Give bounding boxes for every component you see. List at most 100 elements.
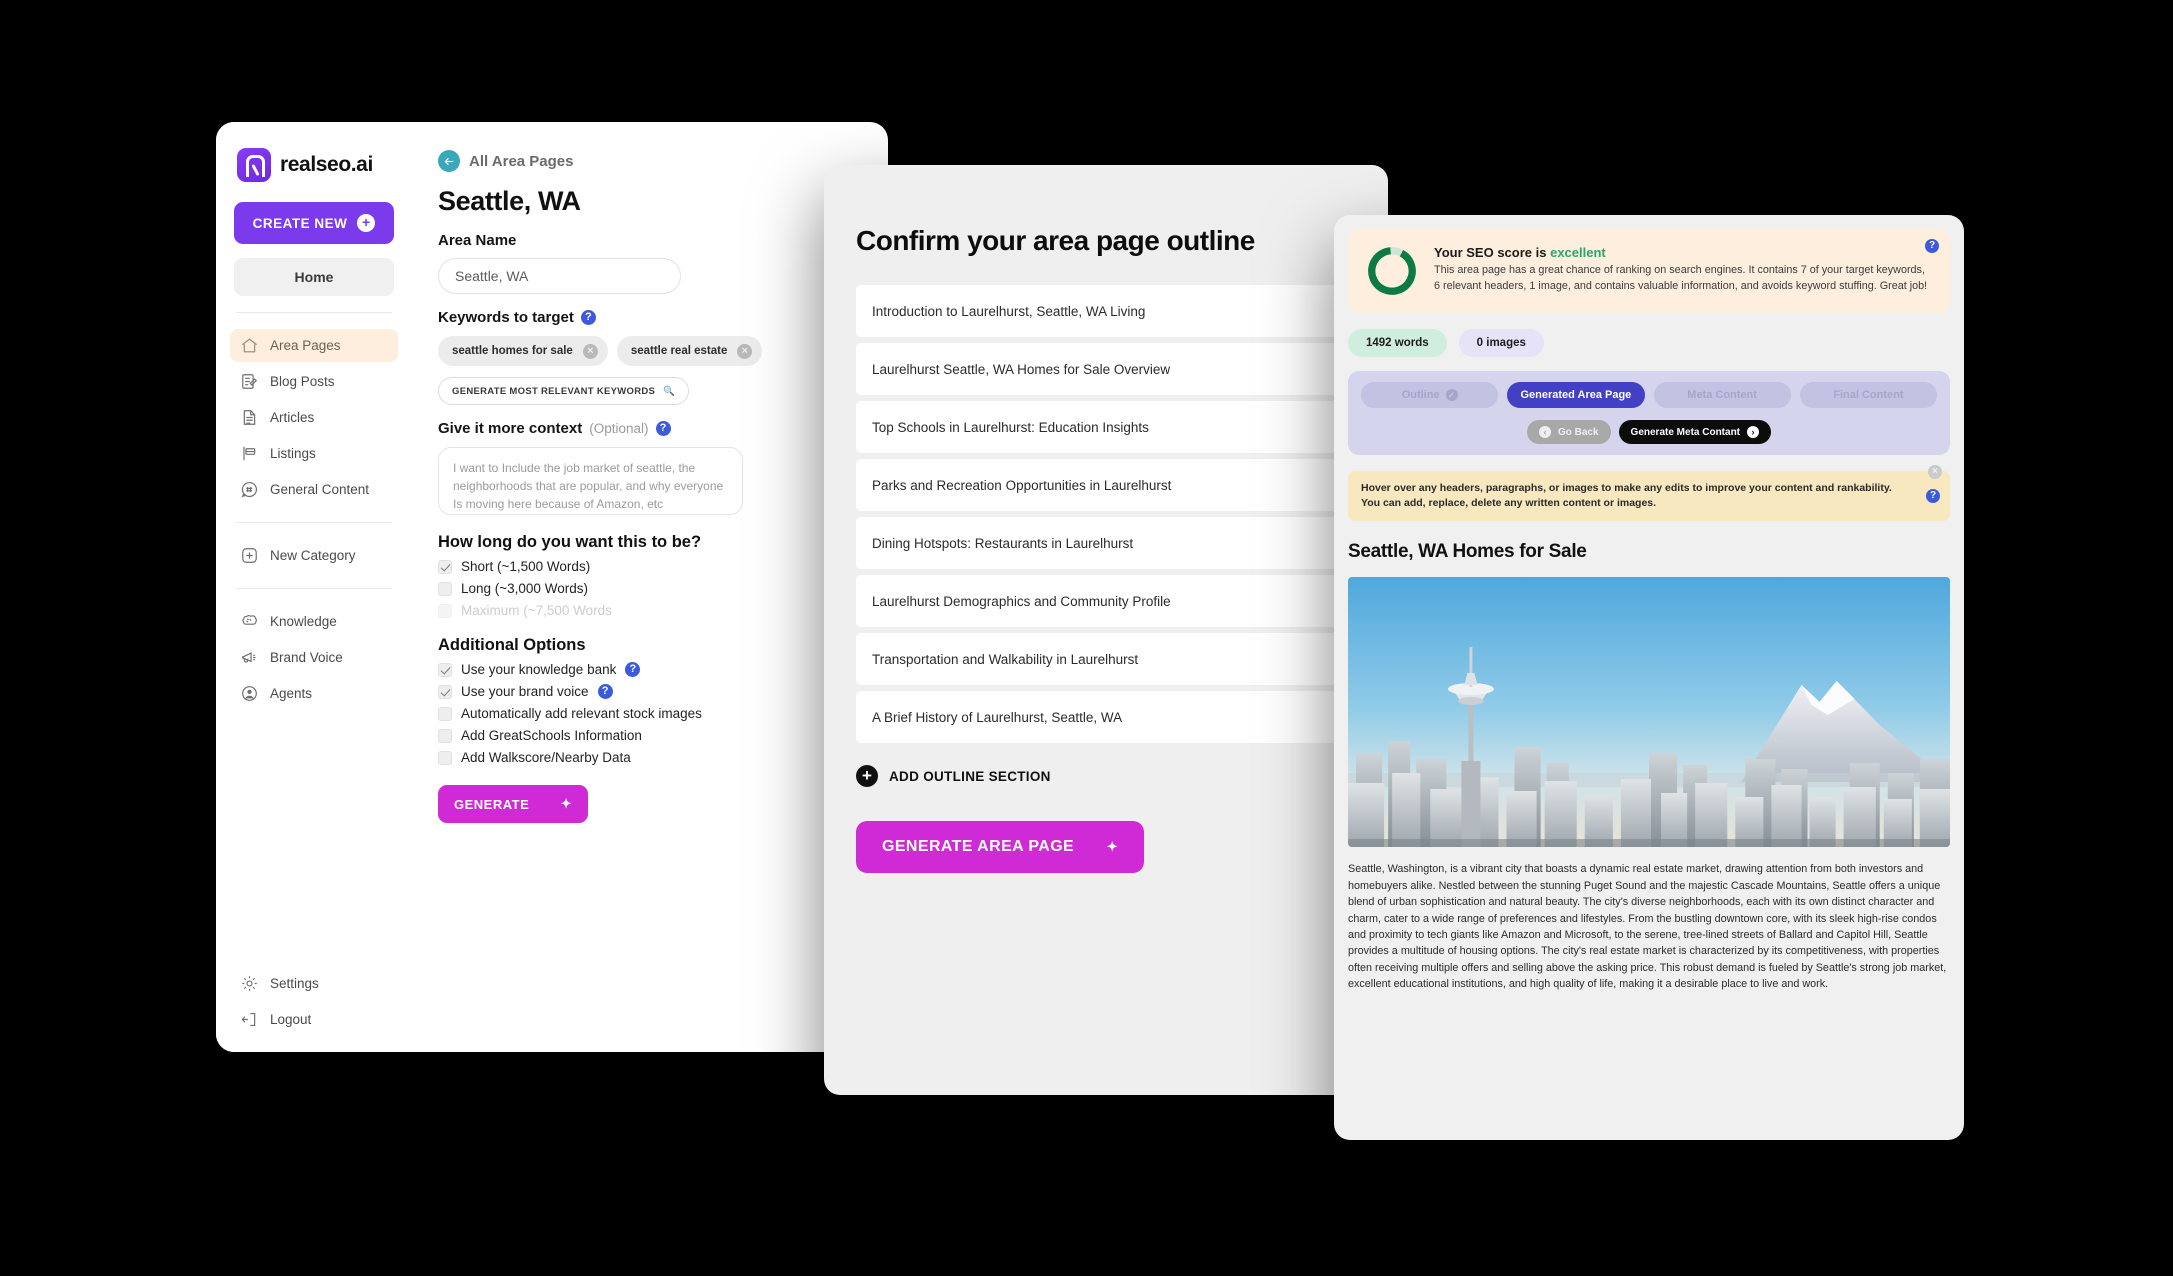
- sparkle-icon: ✦: [560, 796, 572, 811]
- sign-post-icon: [240, 444, 259, 463]
- close-icon[interactable]: ×: [582, 343, 598, 359]
- close-icon[interactable]: ×: [737, 343, 753, 359]
- plus-icon: +: [357, 214, 376, 232]
- keyword-chip-label: seattle real estate: [630, 345, 728, 357]
- seo-score-text: Your SEO score is excellent This area pa…: [1434, 245, 1932, 294]
- option-label: Use your brand voice: [461, 684, 589, 699]
- generate-button[interactable]: GENERATE ✦: [438, 785, 588, 823]
- sidebar-item-brand-voice[interactable]: Brand Voice: [230, 641, 398, 674]
- sidebar-item-listings[interactable]: Listings: [230, 437, 398, 470]
- outline-item[interactable]: Dining Hotspots: Restaurants in Laurelhu…: [856, 517, 1356, 569]
- keyword-chip[interactable]: seattle real estate ×: [616, 336, 763, 366]
- house-icon: [240, 336, 259, 355]
- outline-item[interactable]: Top Schools in Laurelhurst: Education In…: [856, 401, 1356, 453]
- seo-score-ring-icon: [1366, 245, 1418, 297]
- outline-item[interactable]: Laurelhurst Demographics and Community P…: [856, 575, 1356, 627]
- sidebar-secondary-nav: Knowledge Brand Voice Agents: [230, 605, 398, 710]
- editing-hint-banner: × Hover over any headers, paragraphs, or…: [1348, 465, 1950, 522]
- sidebar-item-blog-posts[interactable]: Blog Posts: [230, 365, 398, 398]
- go-back-button[interactable]: ‹ Go Back: [1526, 420, 1611, 444]
- sidebar-item-knowledge[interactable]: Knowledge: [230, 605, 398, 638]
- help-icon[interactable]: ?: [655, 421, 671, 436]
- checkbox-icon[interactable]: [438, 706, 452, 721]
- help-icon[interactable]: ?: [597, 684, 613, 699]
- help-icon[interactable]: ?: [580, 310, 596, 325]
- step-generated-area-page[interactable]: Generated Area Page: [1507, 382, 1645, 408]
- keywords-label: Keywords to target ?: [438, 309, 862, 326]
- arrow-left-icon: ‹: [1538, 426, 1551, 438]
- stats-pill-row: 1492 words 0 images: [1348, 329, 1950, 357]
- close-icon[interactable]: ×: [1928, 465, 1942, 479]
- checkbox-icon[interactable]: [438, 684, 452, 699]
- step-nav-buttons: ‹ Go Back Generate Meta Contant ›: [1361, 420, 1937, 444]
- page-title: Seattle, WA: [438, 186, 581, 216]
- help-icon[interactable]: ?: [1925, 239, 1939, 253]
- sidebar-item-label: New Category: [270, 548, 356, 563]
- sidebar-item-home[interactable]: Home: [234, 258, 394, 296]
- sidebar-item-new-category[interactable]: New Category: [230, 539, 398, 572]
- context-optional-tag: (Optional): [589, 421, 649, 436]
- sidebar-item-label: Home: [294, 269, 334, 285]
- gear-icon: [240, 974, 259, 993]
- note-pencil-icon: [240, 372, 259, 391]
- sidebar-item-area-pages[interactable]: Area Pages: [230, 329, 398, 362]
- brain-icon: [240, 612, 259, 631]
- length-option-long[interactable]: Long (~3,000 Words): [438, 581, 862, 596]
- checkbox-icon[interactable]: [438, 750, 452, 765]
- step-meta-content[interactable]: Meta Content: [1653, 382, 1791, 408]
- keyword-chip[interactable]: seattle homes for sale ×: [438, 336, 608, 366]
- generate-area-page-button[interactable]: GENERATE AREA PAGE ✦: [856, 821, 1144, 873]
- option-greatschools[interactable]: Add GreatSchools Information: [438, 728, 862, 743]
- outline-item[interactable]: Laurelhurst Seattle, WA Homes for Sale O…: [856, 343, 1356, 395]
- add-outline-section-button[interactable]: + ADD OUTLINE SECTION: [856, 765, 1356, 787]
- back-link-label: All Area Pages: [469, 152, 574, 170]
- context-textarea[interactable]: I want to Include the job market of seat…: [438, 447, 743, 515]
- generate-keywords-button[interactable]: GENERATE MOST RELEVANT KEYWORDS 🔍: [438, 377, 690, 405]
- outline-item[interactable]: Introduction to Laurelhurst, Seattle, WA…: [856, 285, 1356, 337]
- sidebar-divider-2: [236, 522, 392, 523]
- step-final-content[interactable]: Final Content: [1799, 382, 1937, 408]
- length-option-short[interactable]: Short (~1,500 Words): [438, 559, 862, 574]
- checkbox-icon[interactable]: [438, 728, 452, 743]
- go-back-label: Go Back: [1557, 426, 1599, 438]
- article-hero-image[interactable]: [1348, 577, 1950, 848]
- option-use-brand-voice[interactable]: Use your brand voice ?: [438, 684, 862, 699]
- area-name-input[interactable]: [438, 258, 681, 294]
- outline-item[interactable]: A Brief History of Laurelhurst, Seattle,…: [856, 691, 1356, 743]
- option-auto-stock-images[interactable]: Automatically add relevant stock images: [438, 706, 862, 721]
- document-icon: [240, 408, 259, 427]
- outline-item[interactable]: Parks and Recreation Opportunities in La…: [856, 459, 1356, 511]
- sidebar-item-label: Knowledge: [270, 614, 337, 629]
- option-walkscore[interactable]: Add Walkscore/Nearby Data: [438, 750, 862, 765]
- back-to-all-area-pages[interactable]: All Area Pages: [438, 150, 862, 172]
- sidebar-item-general-content[interactable]: General Content: [230, 473, 398, 506]
- step-outline[interactable]: Outline ✓: [1361, 382, 1499, 408]
- sidebar-item-articles[interactable]: Articles: [230, 401, 398, 434]
- outline-item[interactable]: Transportation and Walkability in Laurel…: [856, 633, 1356, 685]
- create-new-button[interactable]: CREATE NEW +: [234, 202, 394, 244]
- option-label: Automatically add relevant stock images: [461, 706, 702, 721]
- option-label: Use your knowledge bank: [461, 662, 617, 677]
- arrow-left-icon: [438, 150, 460, 172]
- help-icon[interactable]: ?: [625, 662, 641, 677]
- seo-score-value: excellent: [1550, 245, 1606, 260]
- generate-meta-content-button[interactable]: Generate Meta Contant ›: [1618, 420, 1772, 444]
- sidebar-item-agents[interactable]: Agents: [230, 677, 398, 710]
- length-option-label: Maximum (~7,500 Words: [461, 603, 612, 618]
- sidebar-item-logout[interactable]: Logout: [230, 1003, 398, 1036]
- additional-option-list: Use your knowledge bank ? Use your brand…: [438, 662, 862, 765]
- sidebar-item-label: Agents: [270, 686, 313, 701]
- step-label: Outline: [1401, 389, 1440, 401]
- sidebar-item-label: Logout: [270, 1012, 312, 1027]
- sidebar-item-label: Settings: [270, 976, 319, 991]
- app-window: realseo.ai CREATE NEW + Home Area Pages: [216, 122, 888, 1052]
- option-use-knowledge-bank[interactable]: Use your knowledge bank ?: [438, 662, 862, 677]
- checkbox-icon[interactable]: [438, 581, 452, 596]
- sidebar-item-settings[interactable]: Settings: [230, 967, 398, 1000]
- add-outline-section-label: ADD OUTLINE SECTION: [889, 768, 1051, 784]
- help-icon[interactable]: ?: [1926, 489, 1940, 504]
- checkbox-icon[interactable]: [438, 662, 452, 677]
- checkbox-icon[interactable]: [438, 559, 452, 574]
- sidebar: realseo.ai CREATE NEW + Home Area Pages: [216, 122, 412, 1052]
- area-name-label: Area Name: [438, 232, 862, 249]
